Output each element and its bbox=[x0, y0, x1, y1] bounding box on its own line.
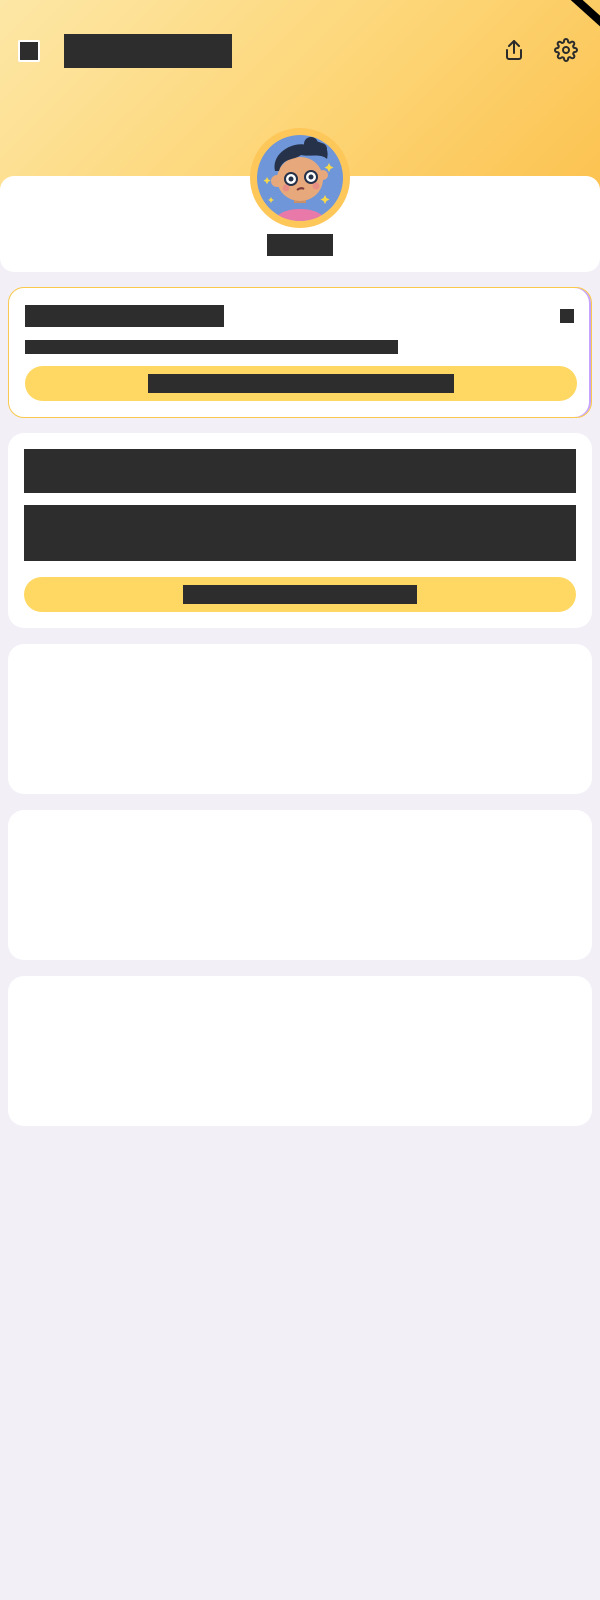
placeholder-card bbox=[8, 644, 592, 794]
info-heading bbox=[24, 449, 576, 493]
header-title bbox=[64, 34, 232, 68]
info-card bbox=[8, 433, 592, 628]
info-description bbox=[24, 505, 576, 561]
gear-icon bbox=[554, 38, 578, 62]
placeholder-card bbox=[8, 810, 592, 960]
info-action-label bbox=[183, 585, 417, 604]
close-icon[interactable] bbox=[559, 308, 575, 324]
share-button[interactable] bbox=[500, 36, 528, 64]
promo-title bbox=[25, 305, 224, 327]
settings-button[interactable] bbox=[552, 36, 580, 64]
share-icon bbox=[506, 40, 522, 60]
back-button[interactable] bbox=[18, 40, 40, 62]
profile-name bbox=[267, 234, 333, 256]
promo-action-button[interactable] bbox=[25, 366, 577, 401]
placeholder-card bbox=[8, 976, 592, 1126]
avatar-illustration bbox=[257, 135, 343, 221]
debug-corner-ribbon bbox=[522, 0, 600, 38]
promo-card bbox=[8, 287, 592, 418]
promo-action-label bbox=[148, 374, 454, 393]
promo-subtitle bbox=[25, 340, 398, 354]
avatar[interactable] bbox=[250, 128, 350, 228]
info-action-button[interactable] bbox=[24, 577, 576, 612]
